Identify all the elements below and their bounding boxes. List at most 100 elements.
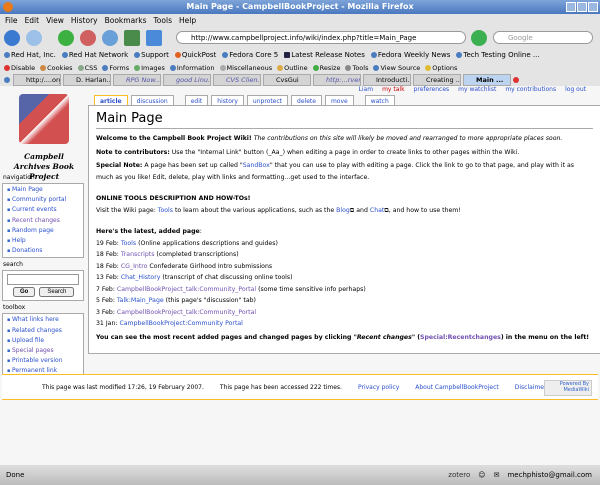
recentchanges-link[interactable]: Special:Recentchanges <box>420 334 501 341</box>
url-bar[interactable]: http://www.campbellproject.info/wiki/ind… <box>176 31 466 44</box>
bookmark[interactable]: Red Hat Network <box>61 51 128 59</box>
webdev-resize[interactable]: Resize <box>312 64 340 72</box>
web-page: Liam my talk preferences my watchlist my… <box>0 86 600 465</box>
blog-link[interactable]: Blog <box>336 207 350 214</box>
list-item: 31 Jan: CampbellBookProject:Community Po… <box>96 320 243 327</box>
webdev-tools[interactable]: Tools <box>345 64 368 72</box>
logout-link[interactable]: log out <box>565 86 586 93</box>
smiley-icon[interactable]: ☺ <box>478 466 485 485</box>
user-link[interactable]: Liam <box>359 86 374 93</box>
search-input[interactable]: Google <box>493 31 593 44</box>
menu-help[interactable]: Help <box>179 14 196 28</box>
privacy-policy-link[interactable]: Privacy policy <box>358 384 399 391</box>
webdev-view-source[interactable]: View Source <box>373 64 420 72</box>
wiki-search-input[interactable] <box>7 274 79 286</box>
search-button[interactable]: Search <box>39 287 75 298</box>
tab[interactable]: RPG Now... <box>113 73 161 86</box>
bookmark[interactable]: Red Hat, Inc. <box>4 51 56 59</box>
tab[interactable]: CVS Clien... <box>213 73 261 86</box>
contributions-link[interactable]: my contributions <box>505 86 556 93</box>
reload-icon[interactable] <box>58 30 74 46</box>
bulb-icon[interactable] <box>102 30 118 46</box>
about-link[interactable]: About CampbellBookProject <box>415 384 498 391</box>
gmail-icon[interactable]: ✉ <box>494 466 500 485</box>
powered-by-mediawiki-badge[interactable]: Powered By MediaWiki <box>544 380 592 396</box>
status-bar: Done zotero ☺ ✉ mechphisto@gmail.com <box>0 466 600 485</box>
tab-active[interactable]: Main ... <box>463 73 511 86</box>
webdev-information[interactable]: Information <box>169 64 215 72</box>
webdev-css[interactable]: CSS <box>77 64 97 72</box>
home-icon[interactable] <box>124 30 140 46</box>
tab[interactable]: CvsGui <box>263 73 311 86</box>
webdev-outline[interactable]: Outline <box>277 64 308 72</box>
list-item: 7 Feb: CampbellBookProject_talk:Communit… <box>96 285 366 293</box>
tab[interactable]: Creating ... <box>413 73 461 86</box>
what-links-here[interactable]: What links here <box>12 316 59 323</box>
webdev-images[interactable]: Images <box>134 64 165 72</box>
menu-history[interactable]: History <box>71 14 98 28</box>
nav-help[interactable]: Help <box>12 237 26 244</box>
menu-file[interactable]: File <box>5 14 18 28</box>
tab[interactable]: good Linu... <box>163 73 211 86</box>
list-item: 19 Feb: Tools (Online applications descr… <box>96 239 278 247</box>
minimize-button[interactable] <box>566 2 576 12</box>
gmail-account[interactable]: mechphisto@gmail.com <box>507 466 592 485</box>
footer: This page was last modified 17:26, 19 Fe… <box>2 374 598 400</box>
maximize-button[interactable] <box>577 2 587 12</box>
my-talk-link[interactable]: my talk <box>382 86 404 93</box>
webdev-disable[interactable]: Disable <box>4 64 35 72</box>
tab[interactable]: http:...rver/ <box>313 73 361 86</box>
menu-tools[interactable]: Tools <box>154 14 172 28</box>
printable-version[interactable]: Printable version <box>12 357 63 364</box>
webdev-forms[interactable]: Forms <box>102 64 129 72</box>
forward-icon[interactable] <box>26 30 42 46</box>
upload-file[interactable]: Upload file <box>12 337 44 344</box>
nav-current-events[interactable]: Current events <box>12 206 57 213</box>
webdev-miscellaneous[interactable]: Miscellaneous <box>219 64 272 72</box>
tab-list-icon[interactable] <box>4 76 10 83</box>
title-bar: Main Page - CampbellBookProject - Mozill… <box>0 0 600 14</box>
site-logo[interactable]: Campbell Archives Book Project <box>8 94 80 181</box>
zotero-icon[interactable]: zotero <box>448 466 470 485</box>
nav-main-page[interactable]: Main Page <box>12 186 43 193</box>
related-changes[interactable]: Related changes <box>12 327 62 334</box>
flags-image <box>19 94 69 144</box>
menu-view[interactable]: View <box>46 14 64 28</box>
nav-donations[interactable]: Donations <box>12 247 42 254</box>
tab[interactable]: D. Harlan... <box>63 73 111 86</box>
menu-bookmarks[interactable]: Bookmarks <box>105 14 147 28</box>
stop-icon[interactable] <box>80 30 96 46</box>
bookmark[interactable]: Fedora Weekly News <box>370 51 450 59</box>
go-icon[interactable] <box>471 30 487 46</box>
tab-bar: http:/....org/ D. Harlan... RPG Now... g… <box>0 73 600 86</box>
nav-random-page[interactable]: Random page <box>12 227 54 234</box>
watchlist-link[interactable]: my watchlist <box>458 86 496 93</box>
close-tab-icon[interactable] <box>513 76 519 83</box>
menu-edit[interactable]: Edit <box>25 14 40 28</box>
access-count: This page has been accessed 222 times. <box>219 383 342 391</box>
special-pages[interactable]: Special pages <box>12 347 54 354</box>
nav-community-portal[interactable]: Community portal <box>12 196 66 203</box>
tab[interactable]: http:/....org/ <box>13 73 61 86</box>
tab[interactable]: Introducti... <box>363 73 411 86</box>
list-item: 5 Feb: Talk:Main_Page (this page's "disc… <box>96 297 256 304</box>
bookmark[interactable]: Latest Release Notes <box>284 51 365 59</box>
webdev-options[interactable]: Options <box>425 64 457 72</box>
back-icon[interactable] <box>4 30 20 46</box>
webdev-cookies[interactable]: Cookies <box>40 64 73 72</box>
navigation-heading: navigation <box>3 174 35 181</box>
bookmark[interactable]: QuickPost <box>174 51 216 59</box>
bookmark[interactable]: Support <box>134 51 169 59</box>
new-tab-icon[interactable] <box>146 30 162 46</box>
bookmark[interactable]: Tech Testing Online ... <box>456 51 540 59</box>
bookmark[interactable]: Fedora Core 5 <box>222 51 278 59</box>
tools-link[interactable]: Tools <box>158 207 173 214</box>
sandbox-link[interactable]: SandBox <box>243 162 270 169</box>
content-area: Main Page Welcome to the Campbell Book P… <box>88 105 600 354</box>
preferences-link[interactable]: preferences <box>414 86 450 93</box>
go-button[interactable]: Go <box>13 287 36 298</box>
chat-link[interactable]: Chat <box>370 207 384 214</box>
close-button[interactable] <box>588 2 598 12</box>
status-text: Done <box>6 471 25 479</box>
nav-recent-changes[interactable]: Recent changes <box>12 217 60 224</box>
